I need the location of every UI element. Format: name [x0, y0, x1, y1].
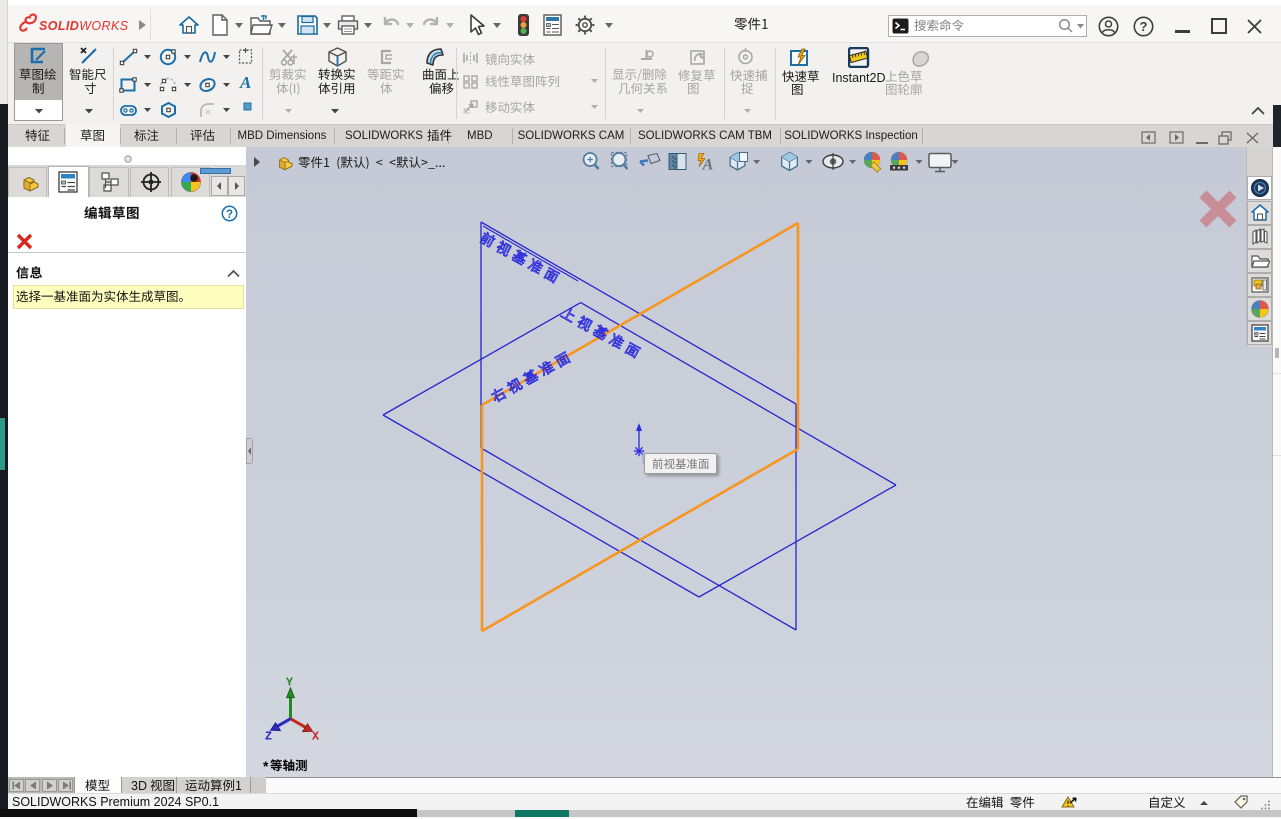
svg-text:Z: Z: [265, 730, 272, 744]
svg-text:?: ?: [1140, 19, 1148, 34]
svg-text:Y: Y: [286, 676, 294, 690]
svg-text:X: X: [312, 730, 320, 744]
svg-text:?: ?: [226, 209, 233, 221]
